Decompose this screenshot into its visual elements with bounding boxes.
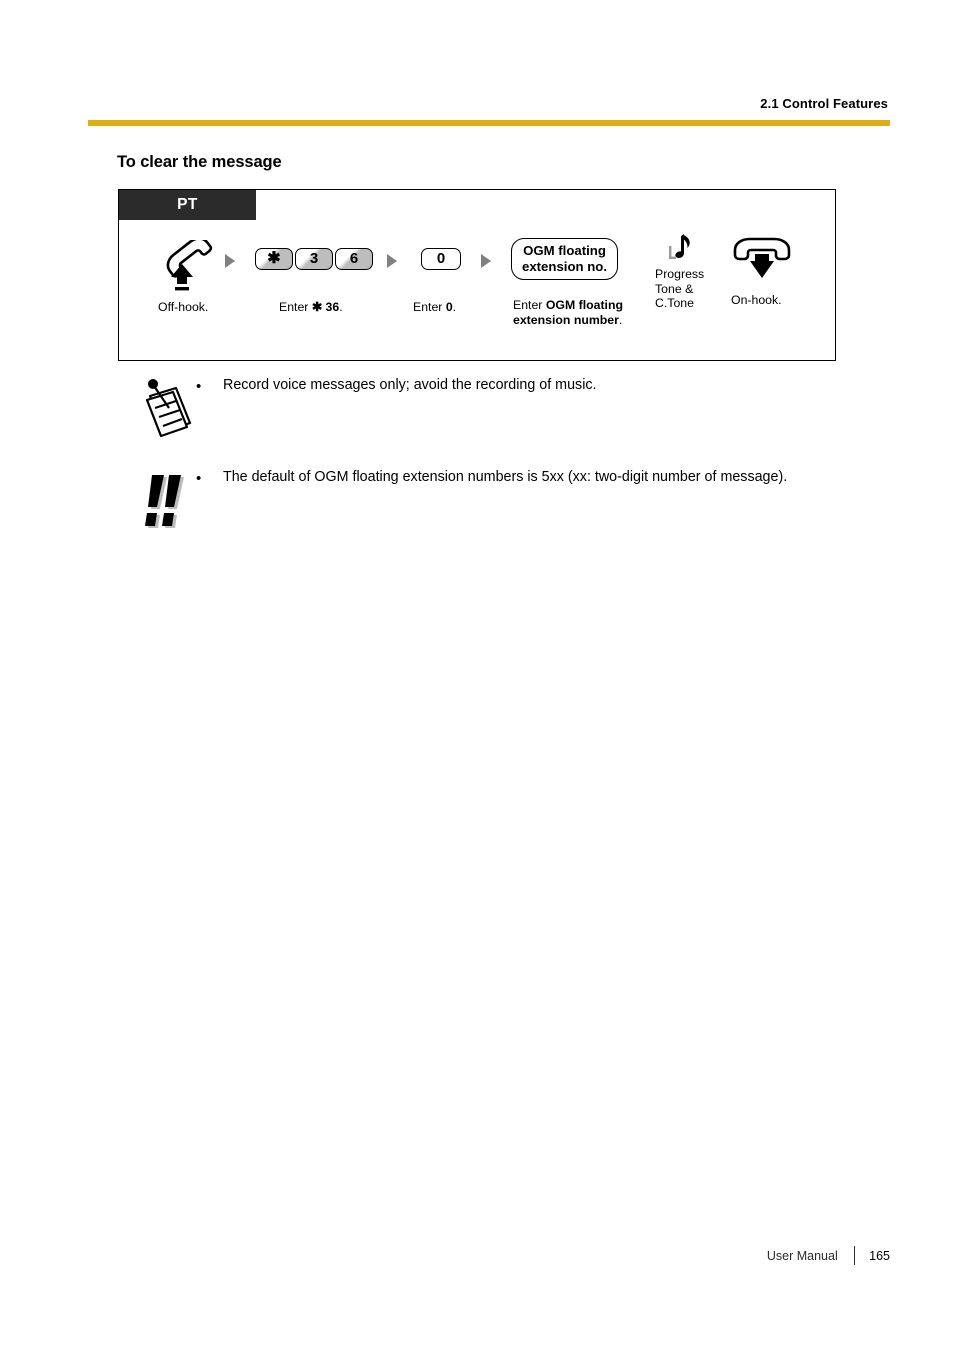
caption-prefix: Enter	[513, 298, 546, 312]
tone-label-line-2: Tone &	[655, 281, 694, 296]
header-rule	[88, 120, 890, 126]
ogm-extension-prompt-box[interactable]: OGM floating extension no.	[511, 238, 618, 280]
caption-bold-line-1: OGM floating	[545, 298, 623, 312]
footer-page-number: 165	[869, 1248, 890, 1263]
step-enter-star36-caption: Enter ✱ 36.	[279, 300, 343, 315]
section-heading: To clear the message	[117, 153, 282, 171]
flow-arrow-3	[481, 254, 491, 268]
step-enter-zero: 0 Enter 0.	[413, 248, 461, 314]
note-text-2: The default of OGM floating extension nu…	[223, 469, 788, 485]
caption-suffix: .	[618, 312, 623, 327]
caption-prefix: Enter	[413, 300, 446, 314]
caption-prefix: Enter	[279, 300, 312, 314]
step-on-hook-caption: On-hook.	[731, 293, 782, 307]
note-row-2	[143, 473, 195, 531]
step-enter-zero-caption: Enter 0.	[413, 300, 456, 315]
step-progress-tone: Progress Tone & C.Tone	[655, 232, 704, 311]
key-star[interactable]: ✱	[255, 248, 293, 270]
note-bullet-2: •	[196, 470, 202, 487]
page-footer: User Manual 165	[88, 1246, 890, 1265]
footer-label: User Manual	[766, 1248, 838, 1263]
arrow-right-icon	[387, 254, 397, 268]
step-enter-ogm-caption: Enter OGM floating extension number.	[513, 298, 623, 327]
footer-divider	[853, 1246, 856, 1265]
flow-arrow-1	[225, 254, 235, 268]
step-off-hook-caption: Off-hook.	[158, 300, 209, 314]
prompt-line-2: extension no.	[522, 258, 607, 274]
arrow-right-icon	[225, 254, 235, 268]
device-type-tag: PT	[119, 190, 256, 220]
flow-arrow-2	[387, 254, 397, 268]
page-header: 2.1 Control Features	[88, 96, 890, 126]
music-note-icon	[665, 232, 704, 266]
step-on-hook: On-hook.	[731, 236, 793, 307]
step-off-hook: Off-hook.	[158, 240, 221, 314]
double-exclamation-icon	[143, 473, 195, 531]
caption-bold-line-2: extension number	[513, 312, 619, 327]
key-3[interactable]: 3	[295, 248, 333, 270]
arrow-right-icon	[481, 254, 491, 268]
key-0[interactable]: 0	[421, 248, 461, 270]
note-bullet-1: •	[196, 378, 202, 395]
step-enter-star36: ✱ 3 6 Enter ✱ 36.	[255, 248, 373, 314]
tone-label-line-3: C.Tone	[655, 296, 694, 311]
caption-bold: ✱ 36	[311, 300, 340, 314]
note-row-1	[142, 378, 198, 438]
on-hook-handset-icon	[731, 236, 793, 286]
prompt-line-1: OGM floating	[523, 243, 606, 258]
notepad-icon	[142, 378, 198, 438]
procedure-box: PT Off-hook. ✱ 3 6 Enter ✱ 36. 0 Enter 0…	[118, 189, 836, 361]
procedure-flow: Off-hook. ✱ 3 6 Enter ✱ 36. 0 Enter 0. O…	[119, 220, 835, 360]
off-hook-handset-icon	[163, 240, 221, 292]
caption-suffix: .	[452, 300, 457, 314]
note-text-1: Record voice messages only; avoid the re…	[223, 377, 597, 393]
key-6[interactable]: 6	[335, 248, 373, 270]
step-enter-ogm-extension: OGM floating extension no. Enter OGM flo…	[511, 238, 623, 327]
tone-label-line-1: Progress	[655, 267, 705, 281]
caption-suffix: .	[339, 300, 343, 314]
progress-tone-label: Progress Tone & C.Tone	[655, 267, 704, 311]
caption-bold: 0	[445, 300, 453, 314]
page-title: 2.1 Control Features	[760, 96, 888, 111]
